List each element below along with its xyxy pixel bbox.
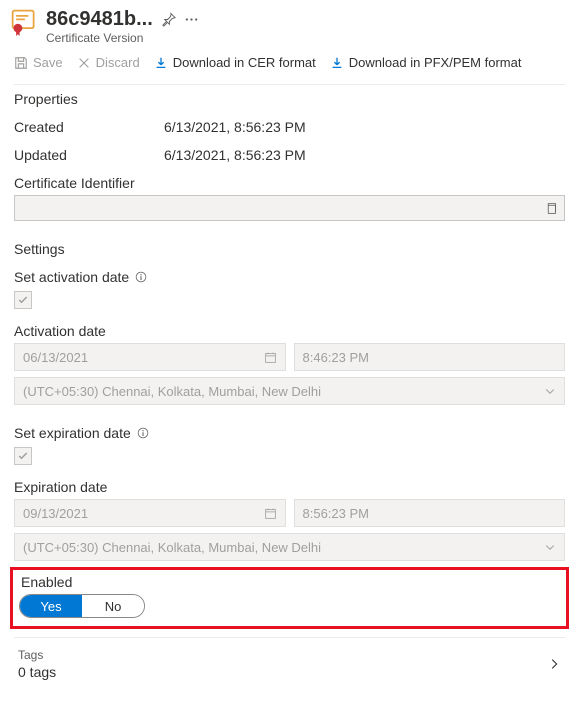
updated-label: Updated — [14, 147, 164, 163]
expiration-date-value: 09/13/2021 — [23, 506, 88, 521]
expiration-time-value: 8:56:23 PM — [303, 506, 370, 521]
expiration-date-label: Expiration date — [0, 473, 579, 499]
tags-label: Tags — [18, 648, 547, 662]
info-icon[interactable] — [135, 271, 147, 283]
created-value: 6/13/2021, 8:56:23 PM — [164, 119, 306, 135]
save-button: Save — [14, 55, 63, 70]
download-pfx-button[interactable]: Download in PFX/PEM format — [330, 55, 522, 70]
expiration-checkbox — [14, 447, 32, 465]
activation-tz-select: (UTC+05:30) Chennai, Kolkata, Mumbai, Ne… — [14, 377, 565, 405]
save-label: Save — [33, 55, 63, 70]
download-icon — [330, 56, 344, 70]
expiration-toggle-label: Set expiration date — [14, 425, 131, 441]
page-title: 86c9481b... — [46, 8, 153, 31]
chevron-down-icon — [544, 385, 556, 397]
copy-icon[interactable] — [545, 202, 558, 215]
activation-tz-value: (UTC+05:30) Chennai, Kolkata, Mumbai, Ne… — [23, 384, 321, 399]
expiration-tz-select: (UTC+05:30) Chennai, Kolkata, Mumbai, Ne… — [14, 533, 565, 561]
discard-label: Discard — [96, 55, 140, 70]
info-icon[interactable] — [137, 427, 149, 439]
cert-id-input — [14, 195, 565, 221]
created-label: Created — [14, 119, 164, 135]
activation-toggle-label: Set activation date — [14, 269, 129, 285]
activation-time-input: 8:46:23 PM — [294, 343, 566, 371]
tags-count: 0 tags — [18, 664, 547, 680]
discard-button: Discard — [77, 55, 140, 70]
download-icon — [154, 56, 168, 70]
enabled-highlight: Enabled Yes No — [10, 567, 569, 629]
activation-date-input: 06/13/2021 — [14, 343, 286, 371]
enabled-toggle[interactable]: Yes No — [19, 594, 145, 618]
expiration-tz-value: (UTC+05:30) Chennai, Kolkata, Mumbai, Ne… — [23, 540, 321, 555]
enabled-yes[interactable]: Yes — [20, 595, 82, 617]
calendar-icon — [264, 507, 277, 520]
tags-row[interactable]: Tags 0 tags — [14, 637, 565, 686]
expiration-time-input: 8:56:23 PM — [294, 499, 566, 527]
page-subtitle: Certificate Version — [46, 31, 569, 45]
expiration-date-input: 09/13/2021 — [14, 499, 286, 527]
chevron-right-icon — [547, 657, 561, 671]
more-icon[interactable] — [184, 12, 199, 27]
settings-heading: Settings — [0, 235, 579, 263]
pin-icon[interactable] — [161, 12, 176, 27]
save-icon — [14, 56, 28, 70]
calendar-icon — [264, 351, 277, 364]
activation-date-value: 06/13/2021 — [23, 350, 88, 365]
download-pfx-label: Download in PFX/PEM format — [349, 55, 522, 70]
properties-heading: Properties — [0, 85, 579, 113]
activation-time-value: 8:46:23 PM — [303, 350, 370, 365]
cert-id-label: Certificate Identifier — [0, 169, 579, 195]
toolbar: Save Discard Download in CER format Down… — [0, 51, 579, 80]
activation-checkbox — [14, 291, 32, 309]
enabled-no[interactable]: No — [82, 595, 144, 617]
download-cer-label: Download in CER format — [173, 55, 316, 70]
discard-icon — [77, 56, 91, 70]
activation-date-label: Activation date — [0, 317, 579, 343]
updated-value: 6/13/2021, 8:56:23 PM — [164, 147, 306, 163]
chevron-down-icon — [544, 541, 556, 553]
certificate-icon — [10, 8, 38, 36]
download-cer-button[interactable]: Download in CER format — [154, 55, 316, 70]
enabled-label: Enabled — [19, 574, 560, 594]
